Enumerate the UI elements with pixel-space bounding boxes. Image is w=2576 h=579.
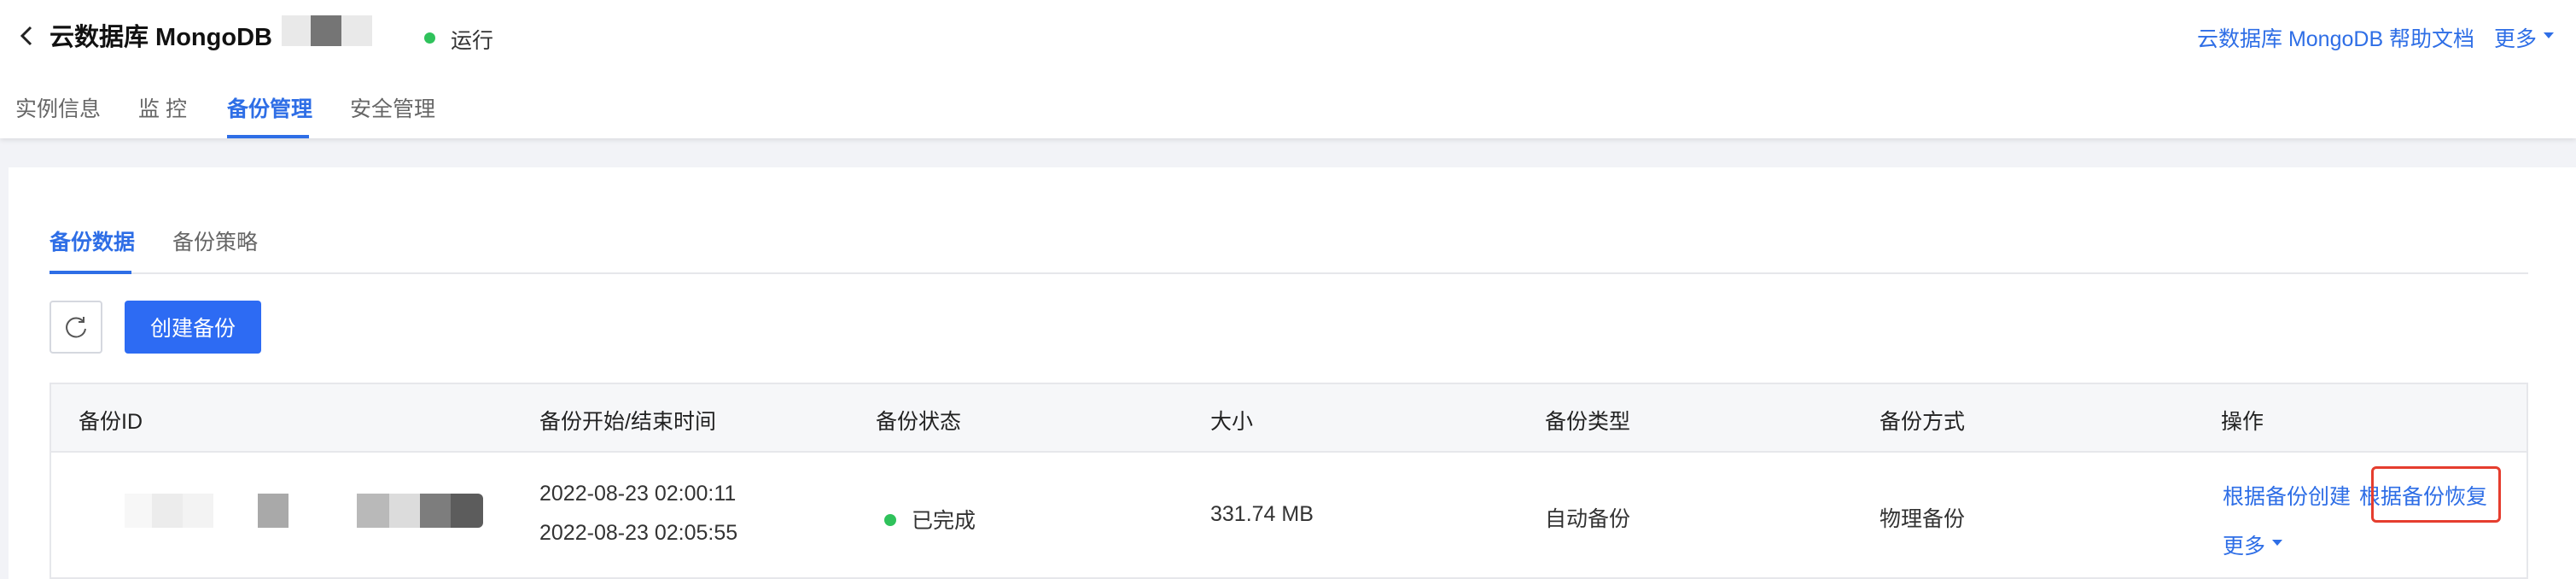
backup-end-time: 2022-08-23 02:05:55 <box>539 521 738 545</box>
page-title: 云数据库 MongoDB <box>50 24 272 51</box>
column-header-status: 备份状态 <box>876 410 962 434</box>
active-tab-indicator <box>227 135 309 138</box>
status-dot-icon <box>884 514 896 526</box>
caret-down-icon <box>2544 32 2554 38</box>
column-header-size: 大小 <box>1210 410 1254 434</box>
chevron-left-icon[interactable] <box>14 19 38 53</box>
subtab-backup-policy[interactable]: 备份策略 <box>172 225 258 256</box>
subtab-backup-data[interactable]: 备份数据 <box>50 225 135 256</box>
column-header-type: 备份类型 <box>1545 410 1631 434</box>
backup-start-time: 2022-08-23 02:00:11 <box>539 482 737 506</box>
backup-panel: 备份数据 备份策略 创建备份 备份ID 备份开始/结束时间 备份状态 大小 备份… <box>9 167 2576 579</box>
subtabs-divider <box>50 272 2528 274</box>
tab-instance-info[interactable]: 实例信息 <box>15 92 101 123</box>
row-more-button[interactable]: 更多 <box>2223 529 2265 560</box>
tab-security-management[interactable]: 安全管理 <box>350 92 435 123</box>
highlight-annotation <box>2371 466 2501 523</box>
status-badge: 运行 <box>451 29 494 53</box>
column-header-backup-id: 备份ID <box>79 410 143 434</box>
backup-type: 自动备份 <box>1545 507 1631 531</box>
refresh-icon <box>66 317 86 338</box>
caret-down-icon <box>2272 540 2282 546</box>
tab-backup-management[interactable]: 备份管理 <box>227 92 312 123</box>
table-header: 备份ID 备份开始/结束时间 备份状态 大小 备份类型 备份方式 操作 <box>51 384 2526 453</box>
active-subtab-indicator <box>50 271 131 274</box>
top-header: 云数据库 MongoDB 运行 云数据库 MongoDB 帮助文档 更多 实例信… <box>0 0 2576 138</box>
backup-size: 331.74 MB <box>1210 502 1314 526</box>
status-dot-icon <box>424 32 435 44</box>
column-header-method: 备份方式 <box>1880 410 1966 434</box>
refresh-button[interactable] <box>50 301 102 354</box>
header-more-button[interactable]: 更多 <box>2494 22 2537 53</box>
create-from-backup-link[interactable]: 根据备份创建 <box>2223 480 2351 511</box>
help-docs-link[interactable]: 云数据库 MongoDB 帮助文档 <box>2197 22 2474 53</box>
create-backup-button[interactable]: 创建备份 <box>125 301 261 354</box>
tab-monitoring[interactable]: 监 控 <box>138 92 187 123</box>
backup-method: 物理备份 <box>1880 507 1966 531</box>
backup-status: 已完成 <box>912 509 976 533</box>
backup-table: 备份ID 备份开始/结束时间 备份状态 大小 备份类型 备份方式 操作 2022… <box>50 383 2528 579</box>
column-header-time: 备份开始/结束时间 <box>539 410 716 434</box>
redacted-instance-name <box>282 15 372 46</box>
column-header-actions: 操作 <box>2221 410 2264 434</box>
